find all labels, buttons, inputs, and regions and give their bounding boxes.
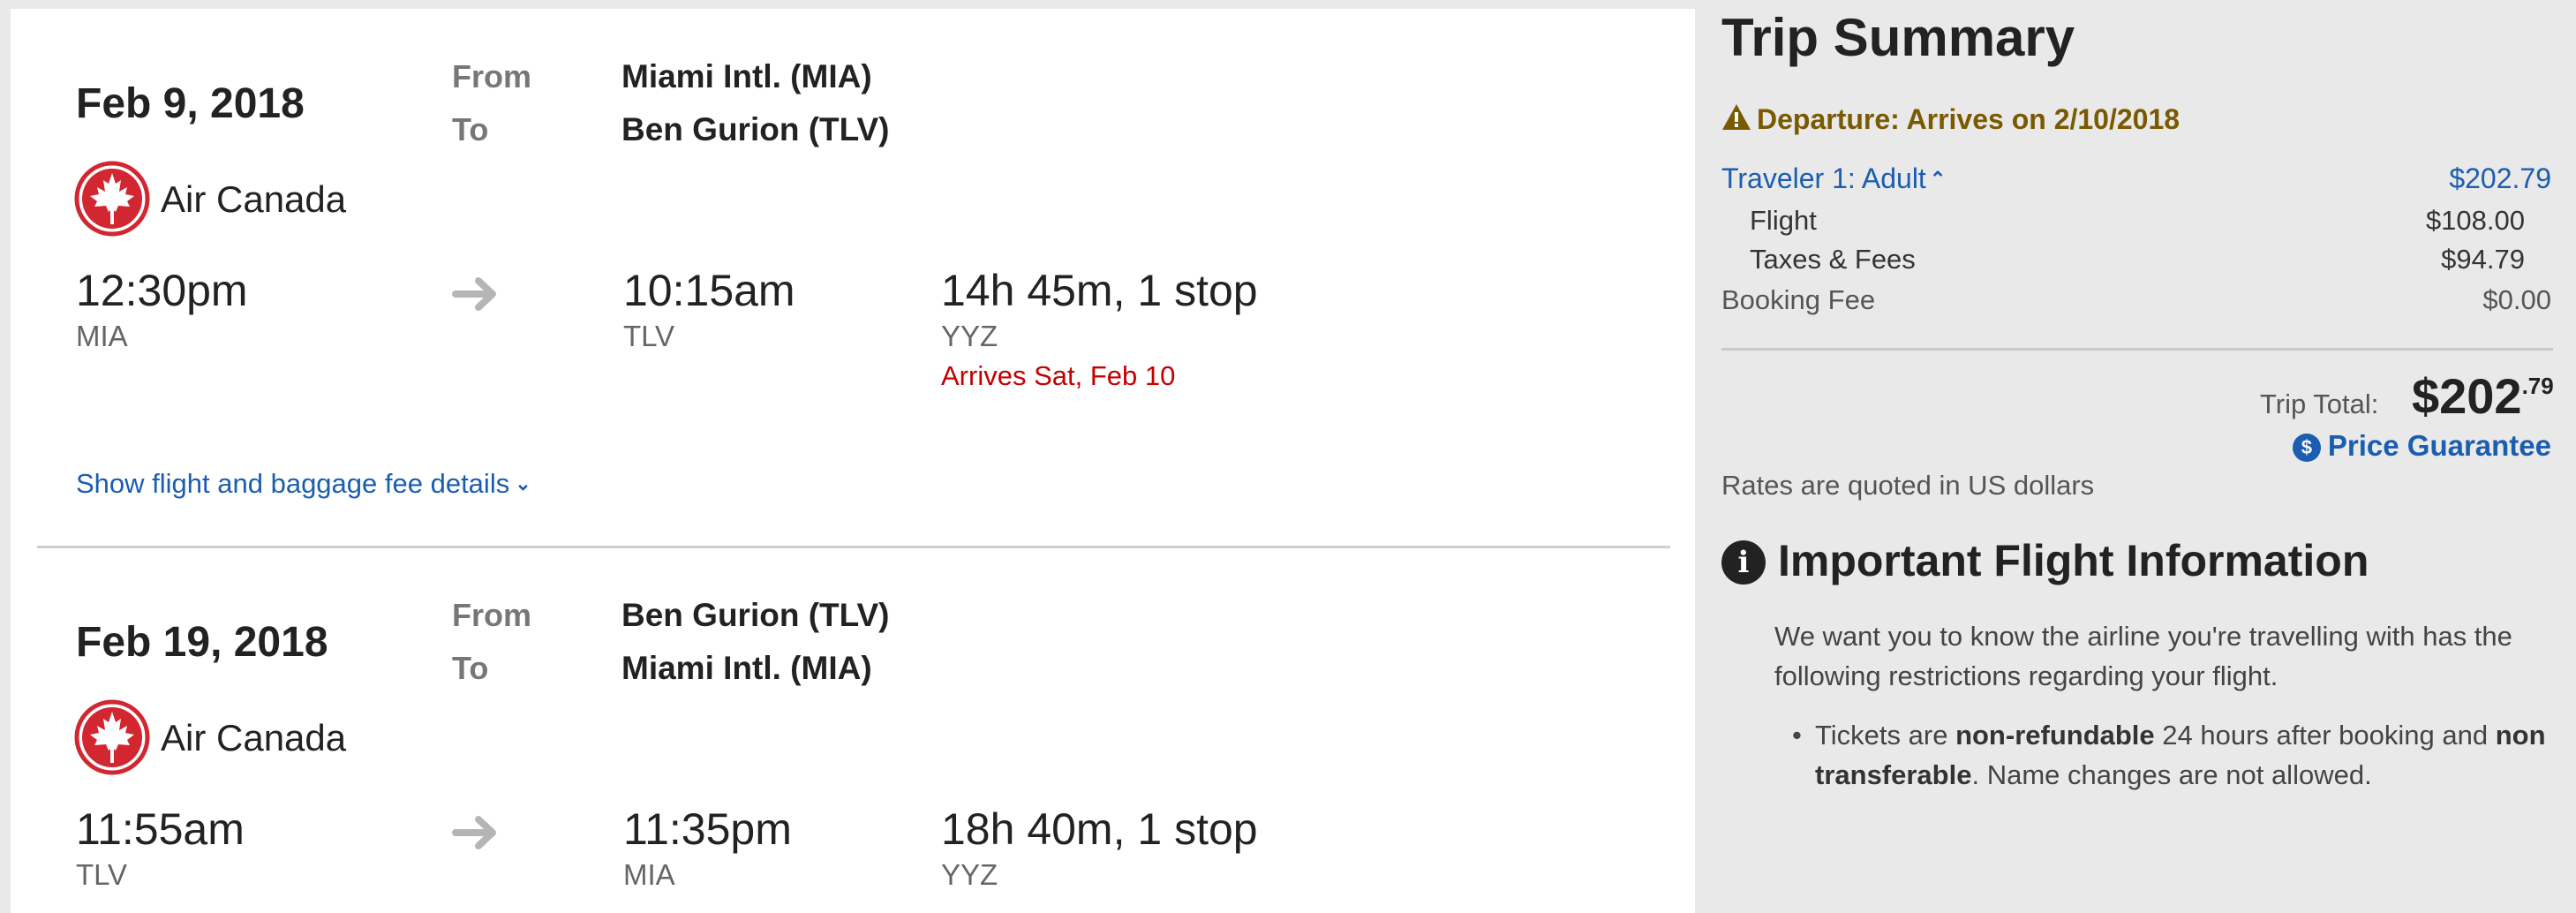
taxes-fees-value: $94.79 [2441,244,2525,275]
traveler-toggle[interactable]: Traveler 1: Adult ⌃ [1721,162,1946,195]
restriction-text-part: 24 hours after booking and [2154,720,2496,751]
flight-fare-value: $108.00 [2425,205,2525,236]
depart-time: 11:55am [76,804,245,854]
summary-divider [1721,348,2553,351]
depart-code: MIA [76,320,128,352]
arrive-time: 10:15am [623,266,795,315]
trip-total-amount: $202.79 [2412,367,2554,425]
air-canada-maple-leaf-icon [74,161,150,241]
flight-fare-label: Flight [1750,205,1817,236]
important-info-intro: We want you to know the airline you're t… [1774,621,2512,691]
from-label: From [452,58,531,94]
to-label: To [452,650,489,686]
traveler-label: Traveler 1: Adult [1721,162,1926,194]
depart-time: 12:30pm [76,266,248,315]
trip-total-dollars: $202 [2412,368,2522,424]
dollar-circle-icon: $ [2292,434,2321,462]
flight-duration: 18h 40m, 1 stop [941,804,1258,854]
depart-code: TLV [76,858,128,891]
from-airport: Ben Gurion (TLV) [621,597,890,633]
warning-triangle-icon [1722,104,1751,130]
restriction-text-part: . Name changes are not allowed. [1971,759,2372,790]
trip-summary-panel: Trip Summary Departure: Arrives on 2/10/… [1695,0,2576,913]
flight-segment-outbound: Feb 9, 2018 From To Miami Intl. (MIA) Be… [11,9,1695,546]
chevron-double-down-icon: ⌄ [515,472,531,494]
from-airport: Miami Intl. (MIA) [621,58,872,94]
arrive-code: MIA [623,858,675,891]
non-refundable-term: non-refundable [1955,720,2155,751]
trip-total-cents: .79 [2521,373,2554,399]
arrival-date-note: Arrives Sat, Feb 10 [941,360,1176,391]
departure-warning: Departure: Arrives on 2/10/2018 [1721,102,2180,136]
restriction-list: • Tickets are non-refundable 24 hours af… [1792,715,2551,795]
itinerary-panel: Feb 9, 2018 From To Miami Intl. (MIA) Be… [11,9,1695,913]
bullet-dot: • [1792,720,1802,751]
restriction-text-part: Tickets are [1815,720,1956,751]
info-circle-icon: i [1721,540,1766,585]
show-details-label: Show flight and baggage fee details [76,468,510,499]
to-airport: Miami Intl. (MIA) [621,650,872,686]
flight-segment-return: Feb 19, 2018 From To Ben Gurion (TLV) Mi… [11,547,1695,913]
airline-name: Air Canada [161,717,347,758]
trip-summary-title: Trip Summary [1721,8,2075,67]
from-label: From [452,597,531,633]
arrive-time: 11:35pm [623,804,792,854]
traveler-total: $202.79 [2449,162,2551,194]
booking-fee-value: $0.00 [2482,284,2551,315]
air-canada-maple-leaf-icon [74,699,150,780]
chevron-double-up-icon: ⌃ [1929,168,1947,190]
important-info-title: Important Flight Information [1778,536,2369,585]
stop-code: YYZ [941,320,998,352]
flight-date: Feb 19, 2018 [76,619,328,666]
booking-fee-label: Booking Fee [1721,284,1876,315]
important-info-heading: i Important Flight Information [1721,535,2369,586]
flight-duration: 14h 45m, 1 stop [941,266,1258,315]
trip-total-label: Trip Total: [2260,389,2379,419]
restriction-text: Tickets are non-refundable 24 hours afte… [1815,715,2551,795]
taxes-fees-label: Taxes & Fees [1750,244,1916,275]
rates-note: Rates are quoted in US dollars [1721,470,2095,501]
stop-code: YYZ [941,858,998,891]
departure-warning-text: Departure: Arrives on 2/10/2018 [1757,103,2181,135]
airline-name: Air Canada [161,178,347,220]
arrive-code: TLV [623,320,675,352]
right-arrow-icon [452,812,501,857]
to-airport: Ben Gurion (TLV) [621,111,890,147]
flight-date: Feb 9, 2018 [76,80,305,127]
restriction-item: • Tickets are non-refundable 24 hours af… [1792,715,2551,795]
price-guarantee-label: Price Guarantee [2327,429,2551,462]
price-guarantee-link[interactable]: $ Price Guarantee [2292,429,2551,463]
to-label: To [452,111,489,147]
right-arrow-icon [452,274,501,319]
show-details-link[interactable]: Show flight and baggage fee details ⌄ [76,468,531,500]
